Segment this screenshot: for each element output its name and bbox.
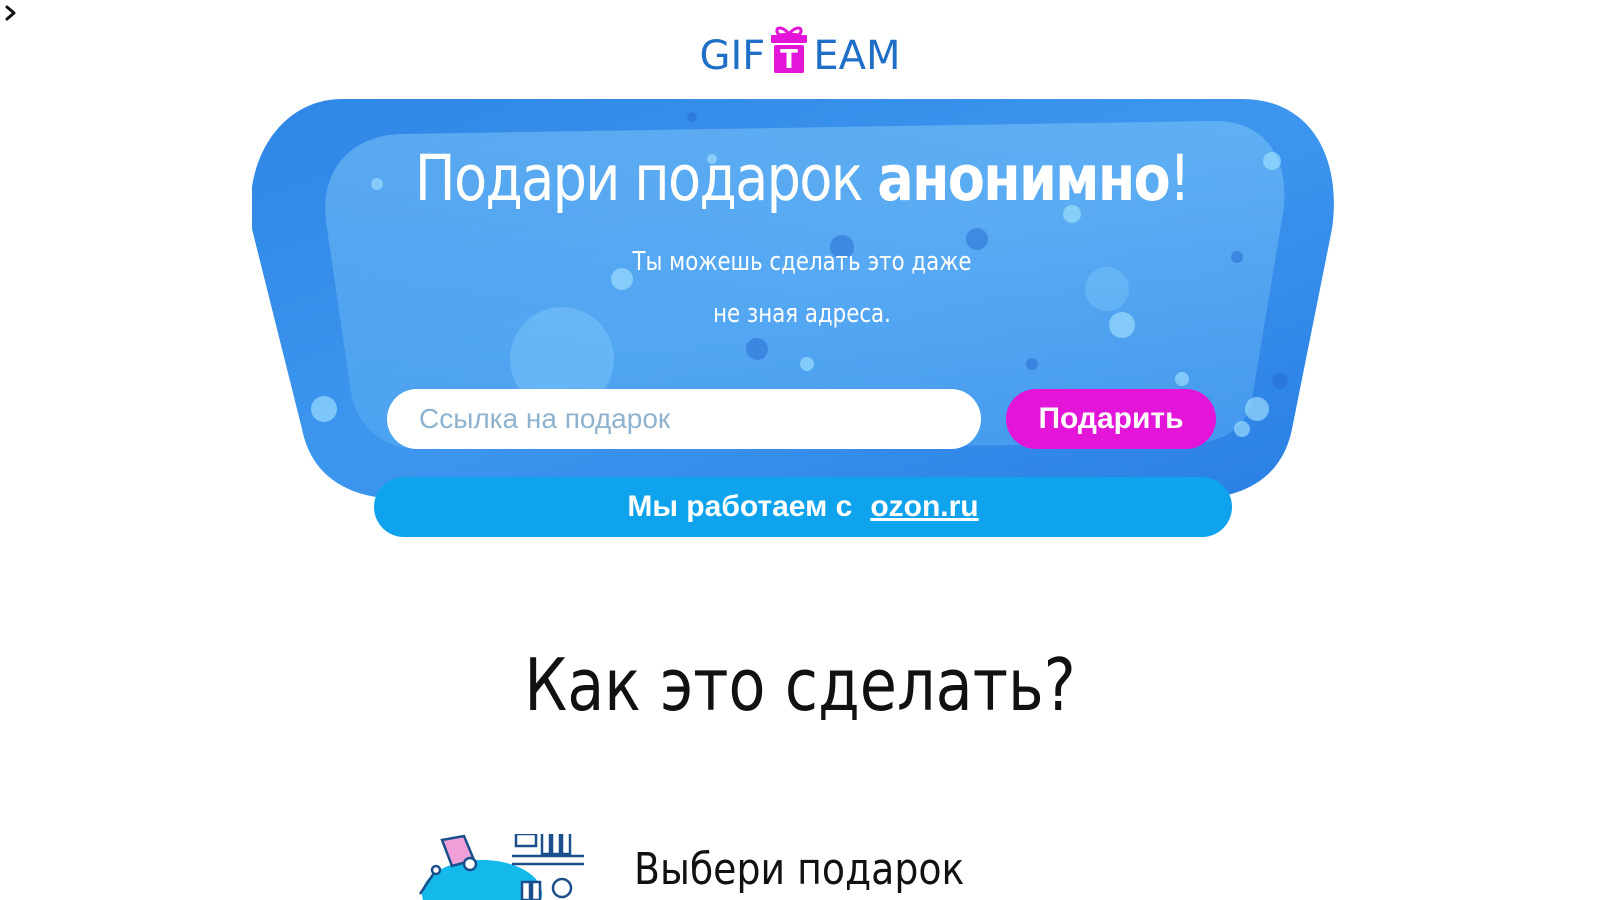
hero-title-regular: Подари подарок bbox=[414, 142, 878, 215]
logo-text-right: EAM bbox=[813, 33, 901, 79]
hero-title-bold: анонимно bbox=[877, 142, 1171, 215]
partner-link-ozon[interactable]: ozon.ru bbox=[870, 490, 978, 524]
hero-title-end: ! bbox=[1169, 142, 1191, 215]
gift-box-icon: T bbox=[767, 24, 811, 76]
desk-lamp-shelf-illustration bbox=[412, 834, 592, 900]
hero-banner: Подари подарок анонимно! Ты можешь сдела… bbox=[252, 99, 1352, 539]
page: GIF T EAM Подари подарок анонимно! Ты мо… bbox=[0, 0, 1600, 900]
logo-text-left: GIF bbox=[699, 33, 766, 79]
logo-center-letter: T bbox=[780, 45, 798, 75]
partner-text: Мы работаем с bbox=[627, 490, 853, 523]
partner-bar: Мы работаем с ozon.ru bbox=[374, 477, 1232, 537]
site-logo[interactable]: GIF T EAM bbox=[0, 24, 1600, 76]
hero-title: Подари подарок анонимно! bbox=[329, 141, 1275, 217]
how-to-title: Как это сделать? bbox=[524, 643, 1076, 727]
step-1-title: Выбери подарок bbox=[634, 844, 965, 895]
chevron-right-icon[interactable] bbox=[2, 2, 20, 24]
gift-submit-button[interactable]: Подарить bbox=[1006, 389, 1216, 449]
hero-subtitle-line1: Ты можешь сделать это даже bbox=[632, 247, 972, 277]
gift-link-input[interactable] bbox=[387, 389, 981, 449]
hero-subtitle-line2: не зная адреса. bbox=[713, 299, 891, 329]
